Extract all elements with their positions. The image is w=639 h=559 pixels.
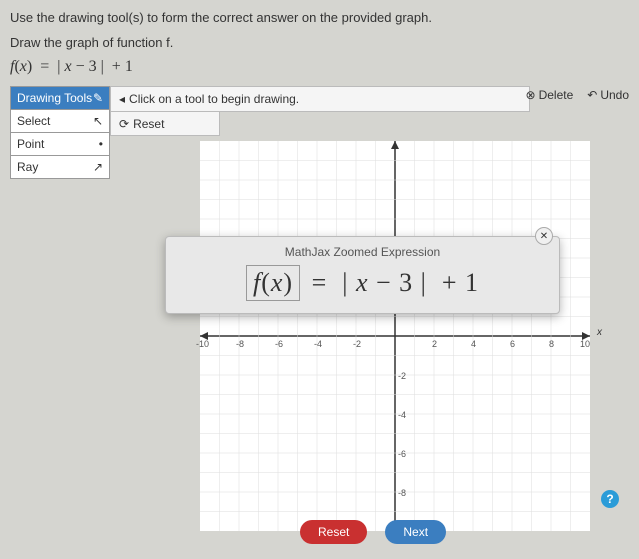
tool-point[interactable]: Point • xyxy=(11,132,109,155)
instruction-text: Use the drawing tool(s) to form the corr… xyxy=(10,10,629,25)
tool-point-label: Point xyxy=(17,137,44,151)
zoom-rest: = | x − 3 | + 1 xyxy=(312,268,479,297)
reset-label: Reset xyxy=(133,117,164,131)
tool-ray[interactable]: Ray ↗ xyxy=(11,155,109,178)
tick-y-neg8: -8 xyxy=(398,488,406,498)
delete-label: Delete xyxy=(539,88,574,102)
cursor-icon: ↖ xyxy=(93,114,103,128)
tick-x-4: 4 xyxy=(471,339,476,349)
tools-header-label: Drawing Tools xyxy=(17,91,92,105)
grid-lines xyxy=(200,141,590,531)
tick-x-neg8: -8 xyxy=(236,339,244,349)
tick-x-8: 8 xyxy=(549,339,554,349)
mathjax-zoom-popup: ✕ MathJax Zoomed Expression f(x) = | x −… xyxy=(165,236,560,314)
tool-select-label: Select xyxy=(17,114,50,128)
axis-label-x: x xyxy=(597,327,602,338)
undo-button[interactable]: ↶Undo xyxy=(587,88,629,102)
tick-x-neg2: -2 xyxy=(353,339,361,349)
top-toolbar: ◂ Click on a tool to begin drawing. xyxy=(110,86,530,112)
undo-label: Undo xyxy=(600,88,629,102)
pencil-icon: ✎ xyxy=(93,91,103,105)
toolbar-hint: Click on a tool to begin drawing. xyxy=(129,92,521,106)
tick-x-neg10: -10 xyxy=(196,339,209,349)
zoom-expression: f(x) = | x − 3 | + 1 xyxy=(166,265,559,301)
tick-y-neg4: -4 xyxy=(398,410,406,420)
delete-button[interactable]: ⊗Delete xyxy=(526,88,574,102)
drawing-tools-header: Drawing Tools ✎ xyxy=(11,87,109,109)
tick-x-neg4: -4 xyxy=(314,339,322,349)
tick-x-2: 2 xyxy=(432,339,437,349)
caret-left-icon: ◂ xyxy=(119,92,125,106)
ray-icon: ↗ xyxy=(93,160,103,174)
tick-y-neg2: -2 xyxy=(398,371,406,381)
reset-row[interactable]: ⟳ Reset xyxy=(110,112,220,136)
drawing-tools-panel: Drawing Tools ✎ Select ↖ Point • Ray ↗ xyxy=(10,86,110,179)
tool-ray-label: Ray xyxy=(17,160,38,174)
help-icon[interactable]: ? xyxy=(601,490,619,508)
undo-icon: ↶ xyxy=(587,88,597,102)
delete-icon: ⊗ xyxy=(526,88,536,102)
zoom-fx: f(x) xyxy=(246,265,300,301)
point-icon: • xyxy=(99,137,103,151)
tick-x-10: 10 xyxy=(580,339,590,349)
tool-select[interactable]: Select ↖ xyxy=(11,109,109,132)
tick-x-6: 6 xyxy=(510,339,515,349)
reset-button[interactable]: Reset xyxy=(300,520,367,544)
tick-x-neg6: -6 xyxy=(275,339,283,349)
formula-text: f(x) = | x − 3 | + 1 xyxy=(10,58,629,76)
prompt-text: Draw the graph of function f. xyxy=(10,35,629,50)
reset-icon: ⟳ xyxy=(119,117,129,131)
zoom-title: MathJax Zoomed Expression xyxy=(166,245,559,259)
close-icon[interactable]: ✕ xyxy=(535,227,553,245)
next-button[interactable]: Next xyxy=(385,520,446,544)
tick-y-neg6: -6 xyxy=(398,449,406,459)
graph-area[interactable]: -10 -8 -6 -4 -2 2 4 6 8 10 2 -2 -4 -6 -8… xyxy=(200,141,590,531)
